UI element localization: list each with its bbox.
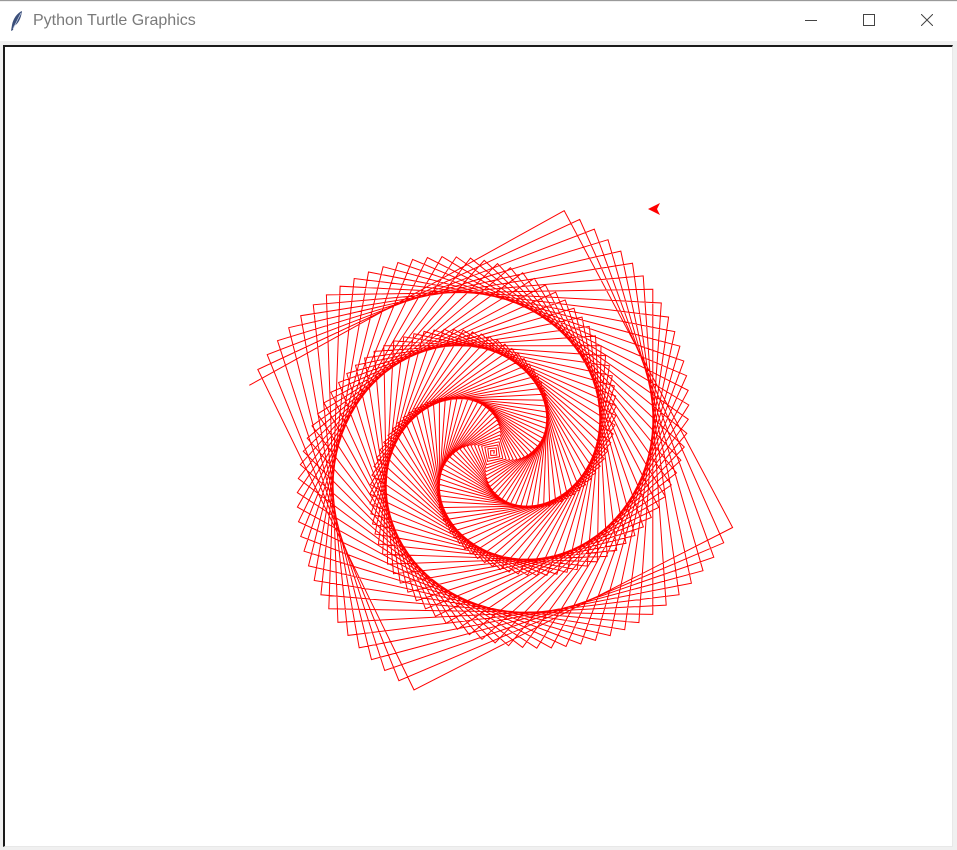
window-title: Python Turtle Graphics xyxy=(33,12,196,29)
close-button[interactable] xyxy=(898,2,956,41)
maximize-icon xyxy=(863,13,875,31)
turtle-arrow-icon xyxy=(648,203,660,215)
title-bar[interactable]: Python Turtle Graphics xyxy=(0,2,957,41)
maximize-button[interactable] xyxy=(840,2,898,41)
minimize-icon xyxy=(805,13,817,31)
spiral-path xyxy=(249,210,734,691)
minimize-button[interactable] xyxy=(782,2,840,41)
close-icon xyxy=(920,13,934,31)
spiral-drawing xyxy=(249,203,734,691)
turtle-window: Python Turtle Graphics xyxy=(0,0,957,850)
turtle-canvas[interactable] xyxy=(3,45,953,847)
feather-icon xyxy=(10,10,24,32)
